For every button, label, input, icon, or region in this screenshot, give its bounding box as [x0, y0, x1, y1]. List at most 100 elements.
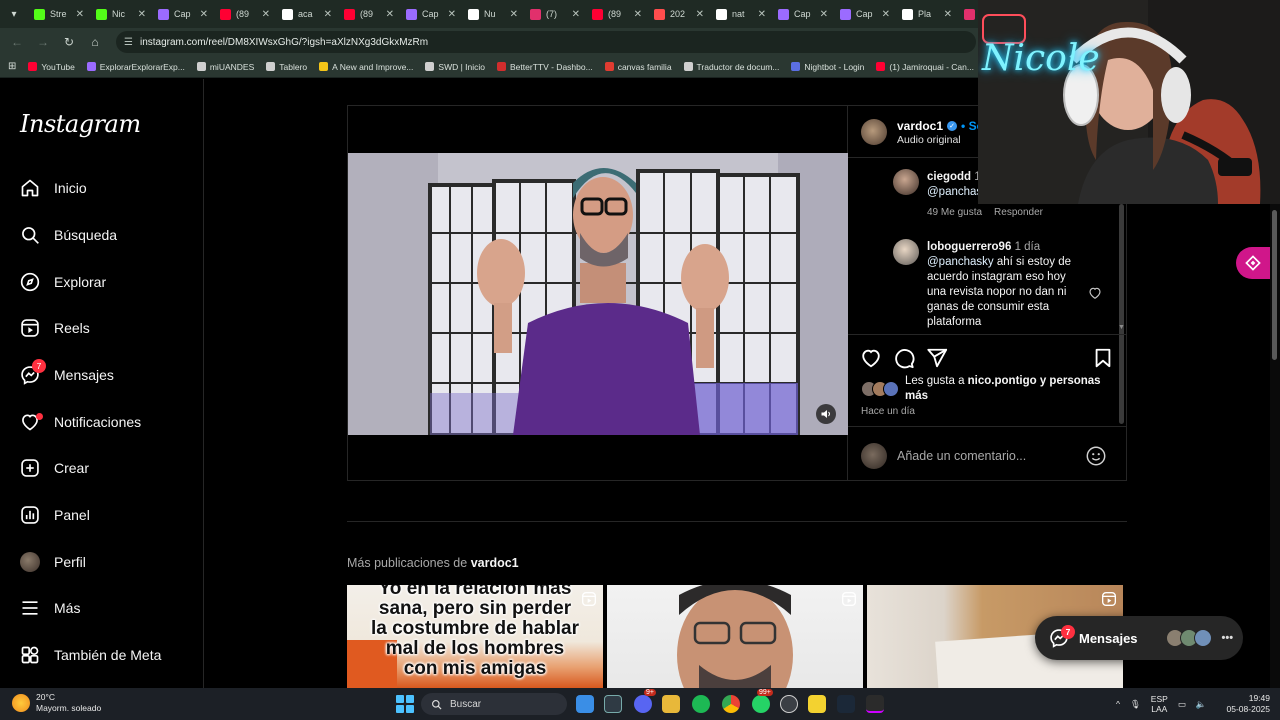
- commenter-avatar[interactable]: [893, 169, 919, 195]
- browser-tab[interactable]: (89 ✕: [214, 0, 276, 28]
- tab-close-icon[interactable]: ✕: [510, 9, 518, 20]
- browser-tab[interactable]: Pla ✕: [896, 0, 958, 28]
- browser-tab[interactable]: aca ✕: [276, 0, 338, 28]
- tab-search-chevron-icon[interactable]: ▾: [0, 0, 28, 28]
- scroll-down-arrow-icon[interactable]: ▼: [1118, 324, 1125, 331]
- whatsapp-icon[interactable]: [752, 695, 770, 713]
- discord-icon[interactable]: [634, 695, 652, 713]
- address-bar[interactable]: ☰ instagram.com/reel/DM8XIWsxGhG/?igsh=a…: [116, 31, 976, 53]
- bookmark-item[interactable]: Nightbot - Login: [791, 62, 864, 72]
- browser-tab[interactable]: Nic ✕: [90, 0, 152, 28]
- post-thumbnail[interactable]: Yo en la relación más sana, pero sin per…: [347, 585, 603, 688]
- back-button[interactable]: ←: [6, 31, 28, 53]
- video-frame[interactable]: [348, 153, 848, 435]
- extension-floating-button[interactable]: [1236, 247, 1270, 279]
- taskbar-search[interactable]: Buscar: [421, 693, 567, 715]
- browser-tab[interactable]: (89 ✕: [338, 0, 400, 28]
- comment-username[interactable]: ciegodd: [927, 171, 971, 183]
- site-info-icon[interactable]: ☰: [124, 37, 133, 48]
- sidebar-item-reels[interactable]: Reels: [20, 314, 90, 342]
- tab-close-icon[interactable]: ✕: [758, 9, 766, 20]
- browser-tab[interactable]: Cap ✕: [772, 0, 834, 28]
- sidebar-item-crear[interactable]: Crear: [20, 454, 89, 482]
- comment-username[interactable]: loboguerrero96: [927, 241, 1011, 253]
- volume-icon[interactable]: 🔈: [1196, 699, 1207, 710]
- apps-grid-icon[interactable]: ⊞: [8, 61, 16, 72]
- bookmark-item[interactable]: A New and Improve...: [319, 62, 413, 72]
- network-icon[interactable]: ▭: [1178, 699, 1186, 710]
- emoji-icon[interactable]: [1085, 445, 1107, 467]
- bookmark-item[interactable]: YouTube: [28, 62, 75, 72]
- add-comment-input[interactable]: Añade un comentario...: [897, 449, 1026, 463]
- steam-icon[interactable]: [837, 695, 855, 713]
- tab-close-icon[interactable]: ✕: [944, 9, 952, 20]
- bookmark-item[interactable]: miUANDES: [196, 62, 254, 72]
- comment-likes[interactable]: 49 Me gusta: [927, 207, 982, 218]
- likes-user[interactable]: nico.pontigo: [968, 375, 1037, 387]
- commenter-avatar[interactable]: [893, 239, 919, 265]
- bookmark-item[interactable]: BetterTTV - Dashbo...: [497, 62, 593, 72]
- reply-button[interactable]: Responder: [994, 207, 1043, 218]
- bookmark-item[interactable]: Tablero: [266, 62, 307, 72]
- post-thumbnail[interactable]: [607, 585, 863, 688]
- browser-tab[interactable]: Cap ✕: [152, 0, 214, 28]
- tab-close-icon[interactable]: ✕: [448, 9, 456, 20]
- bookmark-item[interactable]: canvas familia: [604, 62, 672, 72]
- github-icon[interactable]: [780, 695, 798, 713]
- tab-close-icon[interactable]: ✕: [882, 9, 890, 20]
- tab-close-icon[interactable]: ✕: [820, 9, 828, 20]
- bookmark-item[interactable]: ExplorarExplorarExp...: [86, 62, 185, 72]
- sidebar-item-mensajes[interactable]: 7 Mensajes: [20, 359, 114, 389]
- like-heart-icon[interactable]: [860, 347, 882, 369]
- instagram-logo[interactable]: Instagram: [20, 110, 141, 138]
- weather-widget[interactable]: 20°C Mayorm. soleado: [12, 692, 101, 714]
- likers-avatars[interactable]: [861, 381, 905, 397]
- sidebar-item-panel[interactable]: Panel: [20, 501, 90, 529]
- browser-tab[interactable]: nat ✕: [710, 0, 772, 28]
- bookmark-item[interactable]: Traductor de docum...: [683, 62, 779, 72]
- reel-video[interactable]: [348, 106, 848, 480]
- tab-close-icon[interactable]: ✕: [696, 9, 704, 20]
- comments-scrollbar[interactable]: [1119, 204, 1124, 424]
- chrome-icon[interactable]: [722, 695, 740, 713]
- sidebar-item-mas[interactable]: Más: [20, 594, 80, 622]
- tab-close-icon[interactable]: ✕: [634, 9, 642, 20]
- comment-mention[interactable]: @panchasky: [927, 256, 994, 268]
- windows-start-icon[interactable]: [396, 695, 414, 713]
- sidebar-item-perfil[interactable]: Perfil: [20, 548, 86, 576]
- sidebar-item-inicio[interactable]: Inicio: [20, 174, 87, 202]
- messages-floating-button[interactable]: 7 Mensajes •••: [1035, 616, 1243, 660]
- streaming-app-icon[interactable]: [866, 695, 884, 713]
- spotify-icon[interactable]: [692, 695, 710, 713]
- bookmark-item[interactable]: (1) Jamiroquai - Can...: [876, 62, 974, 72]
- excel-like-icon[interactable]: [604, 695, 622, 713]
- audio-link[interactable]: Audio original: [897, 134, 961, 146]
- tab-close-icon[interactable]: ✕: [386, 9, 394, 20]
- notepad-icon[interactable]: [576, 695, 594, 713]
- tab-close-icon[interactable]: ✕: [200, 9, 208, 20]
- tab-close-icon[interactable]: ✕: [262, 9, 270, 20]
- comment-mention[interactable]: @panchas: [927, 186, 982, 198]
- browser-tab[interactable]: (7) ✕: [524, 0, 586, 28]
- tab-close-icon[interactable]: ✕: [572, 9, 580, 20]
- browser-tab[interactable]: Cap ✕: [834, 0, 896, 28]
- comment-bubble-icon[interactable]: [893, 347, 915, 369]
- sidebar-item-busqueda[interactable]: Búsqueda: [20, 221, 117, 249]
- tray-chevron-icon[interactable]: ^: [1116, 699, 1120, 709]
- taskbar-clock[interactable]: 19:49 05-08-2025: [1224, 693, 1270, 715]
- tab-close-icon[interactable]: ✕: [324, 9, 332, 20]
- bookmark-save-icon[interactable]: [1092, 347, 1114, 369]
- browser-tab[interactable]: (89 ✕: [586, 0, 648, 28]
- author-username[interactable]: vardoc1: [897, 119, 943, 133]
- comment-like-heart-icon[interactable]: [1088, 286, 1102, 300]
- forward-button[interactable]: →: [32, 31, 54, 53]
- sidebar-item-notificaciones[interactable]: Notificaciones: [20, 408, 141, 436]
- more-posts-user[interactable]: vardoc1: [471, 556, 519, 570]
- browser-tab[interactable]: 202 ✕: [648, 0, 710, 28]
- page-scrollbar-thumb[interactable]: [1272, 210, 1277, 360]
- file-explorer-icon[interactable]: [662, 695, 680, 713]
- sidebar-item-tambien-de-meta[interactable]: También de Meta: [20, 641, 161, 669]
- reload-button[interactable]: ↻: [58, 31, 80, 53]
- bookmark-item[interactable]: SWD | Inicio: [425, 62, 485, 72]
- author-avatar[interactable]: [861, 119, 887, 145]
